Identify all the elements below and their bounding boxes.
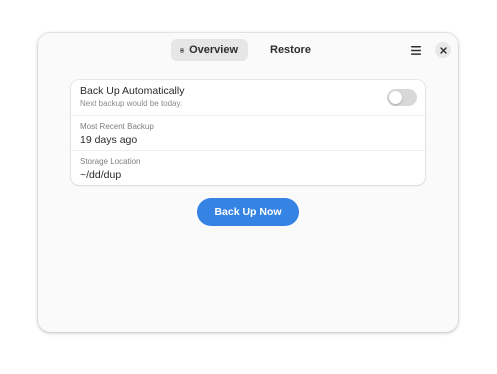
recent-backup-value: 19 days ago — [80, 134, 138, 146]
recent-backup-row: Most Recent Backup 19 days ago — [71, 115, 425, 150]
auto-backup-toggle[interactable] — [387, 89, 417, 106]
auto-backup-title: Back Up Automatically — [80, 85, 185, 97]
back-up-now-button[interactable]: Back Up Now — [197, 198, 299, 226]
hamburger-menu-icon — [411, 45, 421, 55]
backup-settings-card: Back Up Automatically Next backup would … — [71, 80, 425, 185]
close-icon — [439, 46, 447, 54]
backup-disk-icon — [180, 47, 185, 53]
storage-location-label: Storage Location — [80, 157, 141, 166]
main-menu-button[interactable] — [408, 42, 424, 58]
app-window: Overview Restore Back Up Automatically N… — [38, 33, 458, 332]
recent-backup-label: Most Recent Backup — [80, 122, 154, 131]
toggle-knob — [389, 91, 402, 104]
storage-location-value: ~/dd/dup — [80, 169, 122, 181]
tab-restore-label: Restore — [270, 44, 311, 56]
auto-backup-subtitle: Next backup would be today. — [80, 99, 183, 108]
tab-overview-label: Overview — [189, 44, 238, 56]
tab-overview[interactable]: Overview — [171, 39, 248, 61]
tab-restore[interactable]: Restore — [256, 39, 318, 61]
header-bar: Overview Restore — [38, 33, 458, 67]
close-button[interactable] — [435, 42, 451, 58]
storage-location-row: Storage Location ~/dd/dup — [71, 150, 425, 185]
auto-backup-row[interactable]: Back Up Automatically Next backup would … — [71, 80, 425, 115]
